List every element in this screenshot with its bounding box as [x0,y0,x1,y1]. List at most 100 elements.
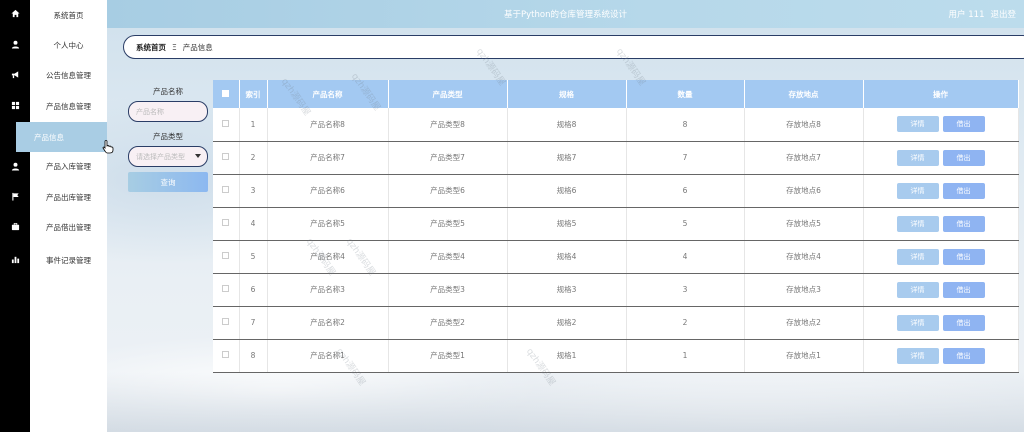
cell-index: 4 [239,207,268,241]
cell-type: 产品类型6 [388,174,508,208]
detail-button[interactable]: 详情 [896,116,939,133]
product-name-label: 产品名称 [153,87,183,96]
borrow-button[interactable]: 借出 [942,116,985,133]
row-checkbox[interactable] [213,207,240,241]
megaphone-icon[interactable] [0,67,30,81]
borrow-button[interactable]: 借出 [942,347,985,364]
cell-spec: 规格5 [507,207,627,241]
cell-spec: 规格6 [507,174,627,208]
cell-spec: 规格3 [507,273,627,307]
product-name-placeholder: 产品名称 [136,107,164,116]
user-icon[interactable] [0,37,30,51]
cell-actions: 详情 借出 [863,339,1019,373]
cell-type: 产品类型7 [388,141,508,175]
checkbox[interactable] [222,318,230,325]
user-icon[interactable] [0,159,30,173]
cell-name: 产品名称3 [267,273,389,307]
borrow-button[interactable]: 借出 [942,314,985,331]
cell-location: 存放地点3 [744,273,864,307]
table-row: 1 产品名称8 产品类型8 规格8 8 存放地点8 详情 借出 [213,108,1019,142]
sidebar-menu: 系统首页 个人中心 公告信息管理 产品信息管理 产品信息 产品入库管理 产品出库… [16,0,114,432]
table-row: 8 产品名称1 产品类型1 规格1 1 存放地点1 详情 借出 [213,339,1019,373]
cell-location: 存放地点5 [744,207,864,241]
cell-index: 5 [239,240,268,274]
sidebar-item-personal-center[interactable]: 个人中心 [30,30,107,60]
cell-qty: 1 [626,339,745,373]
checkbox[interactable] [222,153,230,160]
detail-button[interactable]: 详情 [896,248,939,265]
briefcase-icon[interactable] [0,219,30,233]
row-checkbox[interactable] [213,141,240,175]
home-icon[interactable] [0,6,30,20]
sidebar-item-product-info[interactable]: 产品信息 [16,122,107,152]
sidebar-item-event-log[interactable]: 事件记录管理 [30,245,107,275]
sidebar-item-stock-in[interactable]: 产品入库管理 [30,151,107,181]
cell-index: 8 [239,339,268,373]
cell-location: 存放地点2 [744,306,864,340]
sidebar-item-home[interactable]: 系统首页 [30,0,107,30]
table-row: 2 产品名称7 产品类型7 规格7 7 存放地点7 详情 借出 [213,141,1019,175]
cell-type: 产品类型5 [388,207,508,241]
detail-button[interactable]: 详情 [896,182,939,199]
select-all-checkbox[interactable] [213,80,240,108]
cell-index: 6 [239,273,268,307]
cell-qty: 2 [626,306,745,340]
row-checkbox[interactable] [213,306,240,340]
search-button[interactable]: 查询 [128,172,208,192]
row-checkbox[interactable] [213,339,240,373]
cell-type: 产品类型2 [388,306,508,340]
cell-name: 产品名称4 [267,240,389,274]
column-header-index: 索引 [239,80,268,108]
column-header-qty: 数量 [626,80,745,108]
checkbox[interactable] [222,186,230,193]
cell-index: 3 [239,174,268,208]
flag-icon[interactable] [0,189,30,203]
app-title: 基于Python的仓库管理系统设计 [504,10,627,20]
sidebar-item-lending[interactable]: 产品借出管理 [30,212,107,242]
cell-location: 存放地点6 [744,174,864,208]
grid-icon[interactable] [0,98,30,112]
username-label: 用户 111 [948,10,985,20]
logout-link[interactable]: 退出登 [990,10,1016,20]
cell-name: 产品名称7 [267,141,389,175]
detail-button[interactable]: 详情 [896,314,939,331]
checkbox[interactable] [222,119,230,127]
detail-button[interactable]: 详情 [896,347,939,364]
row-checkbox[interactable] [213,174,240,208]
cell-actions: 详情 借出 [863,141,1019,175]
borrow-button[interactable]: 借出 [942,281,985,298]
detail-button[interactable]: 详情 [896,281,939,298]
cell-location: 存放地点4 [744,240,864,274]
cell-location: 存放地点8 [744,108,864,142]
borrow-button[interactable]: 借出 [942,215,985,232]
sidebar-item-announcements[interactable]: 公告信息管理 [30,60,107,90]
cell-qty: 7 [626,141,745,175]
cell-spec: 规格8 [507,108,627,142]
column-header-spec: 规格 [507,80,627,108]
borrow-button[interactable]: 借出 [942,182,985,199]
borrow-button[interactable]: 借出 [942,248,985,265]
cell-type: 产品类型8 [388,108,508,142]
cell-qty: 4 [626,240,745,274]
cell-type: 产品类型4 [388,240,508,274]
cell-actions: 详情 借出 [863,108,1019,142]
sidebar-item-product-info-mgmt[interactable]: 产品信息管理 [30,91,107,121]
checkbox[interactable] [222,252,230,259]
sidebar-item-stock-out[interactable]: 产品出库管理 [30,182,107,212]
column-header-location: 存放地点 [744,80,864,108]
bar-chart-icon[interactable] [0,252,30,266]
cell-spec: 规格4 [507,240,627,274]
detail-button[interactable]: 详情 [896,149,939,166]
borrow-button[interactable]: 借出 [942,149,985,166]
breadcrumb-current: 产品信息 [182,42,213,52]
row-checkbox[interactable] [213,240,240,274]
row-checkbox[interactable] [213,273,240,307]
checkbox[interactable] [222,219,230,226]
checkbox[interactable] [222,351,230,358]
product-type-select[interactable]: 请选择产品类型 [128,146,208,167]
detail-button[interactable]: 详情 [896,215,939,232]
row-checkbox[interactable] [213,108,240,142]
breadcrumb-home[interactable]: 系统首页 [136,42,166,53]
checkbox[interactable] [222,285,230,292]
product-name-input[interactable]: 产品名称 [128,101,208,122]
